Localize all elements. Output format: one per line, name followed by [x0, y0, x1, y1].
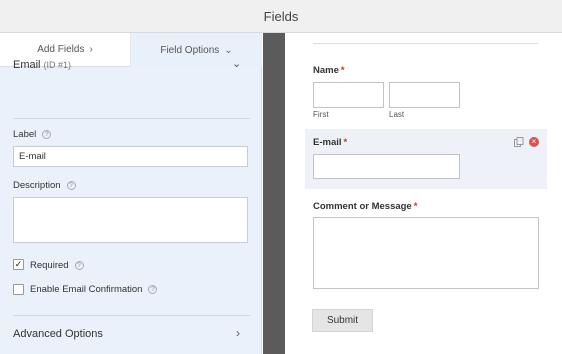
last-sublabel: Last	[389, 110, 405, 119]
name-first-input[interactable]	[313, 82, 384, 108]
form-preview: Name * First Last × E-mail * Comment or Me…	[285, 33, 562, 354]
delete-icon[interactable]: ×	[529, 137, 539, 147]
description-field-label: Description?	[13, 180, 76, 191]
name-last-input[interactable]	[389, 82, 460, 108]
field-name: Email	[13, 59, 41, 71]
top-bar: Fields	[0, 0, 562, 33]
page-title: Fields	[263, 8, 299, 24]
field-id: (ID #1)	[43, 60, 72, 70]
section-divider	[13, 118, 250, 119]
email-confirmation-label: Enable Email Confirmation?	[30, 284, 158, 295]
email-field-label: E-mail *	[313, 137, 348, 148]
label-field-label: Label?	[13, 129, 52, 140]
collapse-field-chevron-icon[interactable]: ⌄	[232, 57, 241, 70]
chevron-right-icon: ›	[89, 44, 93, 55]
help-icon[interactable]: ?	[148, 284, 158, 294]
comment-textarea[interactable]	[313, 217, 539, 289]
duplicate-icon[interactable]	[514, 137, 524, 147]
panel-divider	[263, 33, 285, 354]
name-field-label: Name *	[313, 65, 345, 76]
help-icon[interactable]: ?	[42, 129, 52, 139]
comment-field-label: Comment or Message *	[313, 201, 418, 212]
description-textarea[interactable]	[13, 197, 248, 243]
chevron-right-icon[interactable]: ›	[236, 326, 240, 340]
tab-field-options[interactable]: Field Options ⌄	[131, 33, 262, 67]
field-options-panel: Add Fields › Field Options ⌄	[0, 33, 262, 354]
tab-add-fields-label: Add Fields	[37, 44, 85, 55]
email-confirmation-checkbox[interactable]	[13, 284, 24, 295]
required-marker: *	[413, 201, 418, 212]
checkmark-icon: ✓	[14, 259, 23, 269]
section-divider	[13, 315, 250, 316]
required-checkbox[interactable]: ✓	[13, 259, 24, 270]
required-marker: *	[343, 137, 348, 148]
help-icon[interactable]: ?	[66, 180, 76, 190]
field-section-title: Email (ID #1)	[13, 59, 71, 71]
help-icon[interactable]: ?	[74, 260, 84, 270]
required-label: Required?	[30, 260, 84, 271]
preview-top-divider	[313, 43, 538, 44]
label-input[interactable]: E-mail	[13, 146, 248, 167]
submit-button[interactable]: Submit	[312, 309, 373, 332]
email-input[interactable]	[313, 154, 460, 179]
first-sublabel: First	[313, 110, 329, 119]
advanced-options-toggle[interactable]: Advanced Options	[13, 328, 103, 340]
required-marker: *	[340, 65, 345, 76]
tab-field-options-label: Field Options	[160, 44, 220, 56]
chevron-down-icon: ⌄	[224, 44, 233, 56]
